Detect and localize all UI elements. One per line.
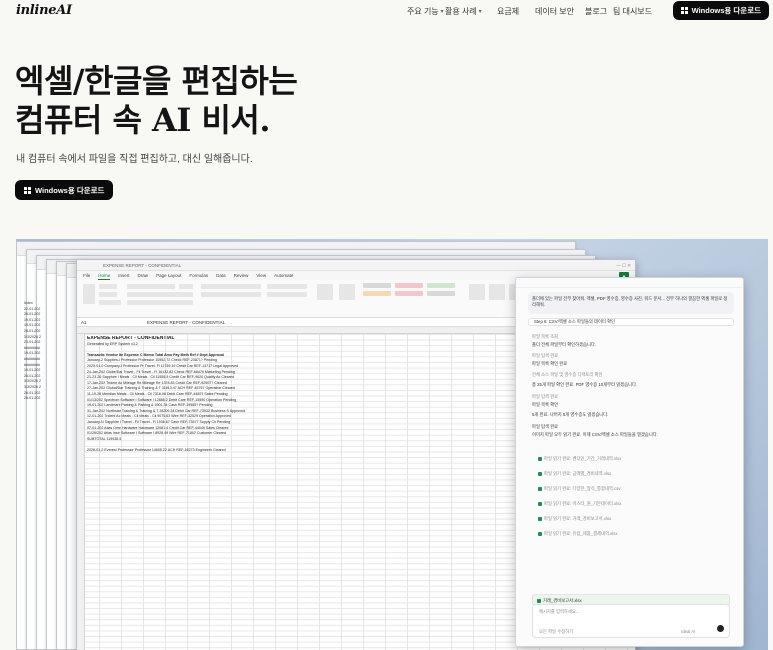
- nav-link[interactable]: 활용 사례 ▾: [445, 6, 497, 17]
- ribbon-tab[interactable]: Draw: [138, 271, 149, 280]
- nav-link-label: 팀 대시보드: [613, 7, 653, 16]
- step-label: Step 6: CSV/엑셀 소스 파일들의 데이터 확인: [534, 319, 616, 324]
- nav-link-label: 블로그: [585, 7, 608, 16]
- id-cell: 23-01-202: [24, 340, 41, 345]
- nav-link[interactable]: 주요 기능 ▾: [407, 6, 445, 17]
- top-nav: inlineAI 주요 기능 ▾ 활용 사례 ▾ 요금제 데이터 보안 블로그 팀 대시보드 …: [0, 0, 773, 24]
- ribbon-tab[interactable]: Home: [98, 271, 111, 280]
- ai-log-line: 이미지 파일 모두 읽기 완료. 이제 CSV/엑셀 소스 파일들을 열겠습니다…: [532, 432, 658, 437]
- ai-log-line: 파일 탐색 완료: [532, 353, 559, 358]
- chat-input[interactable]: 메시지를 입력하세요... 모든 파일 수정하기 Ideal AI: [532, 604, 730, 638]
- nav-link-label: 활용 사례: [445, 7, 477, 16]
- nav-link-label: 주요 기능: [407, 7, 439, 16]
- back-window-ids: Index 22-01-202 28-01-202 19-01-202 19-01-20…: [24, 301, 41, 402]
- id-cell: 28-01-202: [24, 328, 41, 333]
- file-read-label: 파일 읽기 완료: 유럽_제품_결제내역.xlsx: [544, 531, 618, 536]
- panel-header: [516, 278, 743, 288]
- file-read-label: 파일 읽기 완료: 금액별_경비내역.xlsx: [544, 471, 612, 476]
- windows-icon: [24, 186, 31, 194]
- file-read-item[interactable]: 파일 읽기 완료: 거래_경비보고서.xlsx: [538, 516, 611, 522]
- file-read-label: 파일 읽기 완료: 거래_경비보고서.xlsx: [544, 516, 612, 521]
- ribbon-tab[interactable]: Data: [216, 271, 226, 280]
- windows-icon: [680, 7, 688, 14]
- nav-download-label: Windows용 다운로드: [691, 6, 761, 15]
- ai-log-line: 파일 목록 확인: [532, 402, 559, 407]
- file-read-item[interactable]: 파일 읽기 완료: 다양한_형식_통합내역.csv: [538, 486, 621, 492]
- spreadsheet-icon: [538, 501, 542, 506]
- ribbon-tab[interactable]: File: [83, 271, 90, 280]
- table-row[interactable]: 2026-01-2 Everest Professior Professior …: [87, 448, 327, 454]
- spreadsheet-icon: [538, 456, 542, 461]
- excel-file-icon: [537, 598, 541, 603]
- excel-window-title: EXPENSE REPORT - CONFIDENTIAL: [103, 263, 182, 268]
- nav-link[interactable]: 팀 대시보드: [613, 6, 663, 17]
- file-read-label: 파일 읽기 완료: 다양한_형식_통합내역.csv: [544, 486, 621, 491]
- ai-log-line: 폴더 전체 파일부터 확인하겠습니다.: [532, 342, 597, 347]
- ribbon-tab[interactable]: Formulas: [189, 271, 208, 280]
- ai-log-line: 전체 소스 파일 및 영수증 디렉토리 확인: [532, 372, 603, 377]
- file-read-item[interactable]: 파일 읽기 완료: 유럽_제품_결제내역.xlsx: [538, 531, 618, 537]
- ribbon-tab[interactable]: Automate: [274, 271, 293, 280]
- user-prompt: 폴더에 있는 파일 전부 찾아줘. 엑셀, PDF 영수증, 영수증 사진, 워…: [532, 296, 728, 307]
- send-icon[interactable]: [717, 625, 724, 632]
- sheet-content: EXPENSE REPORT - CONFIDENTIAL Generated …: [87, 336, 327, 453]
- chevron-down-icon: ▾: [440, 9, 444, 15]
- hero-subtitle: 내 컴퓨터 속에서 파일을 직접 편집하고, 대신 일해줍니다.: [16, 154, 253, 165]
- nav-link[interactable]: 데이터 보안: [535, 6, 585, 17]
- id-cell: ########: [24, 356, 40, 361]
- spreadsheet-icon: [538, 531, 542, 536]
- ai-log-line: 총 25개 파일 확인 완료. PDF 영수증 10개부터 읽겠습니다.: [532, 382, 638, 387]
- nav-link[interactable]: 요금제: [497, 6, 535, 17]
- ai-chat-panel: 폴더에 있는 파일 전부 찾아줘. 엑셀, PDF 영수증, 영수증 사진, 워…: [515, 277, 744, 647]
- id-cell: 19-01-202: [24, 368, 41, 373]
- ribbon-tab[interactable]: Page Layout: [156, 271, 181, 280]
- ai-log-line: 파일 탐색 완료: [532, 424, 559, 429]
- ai-log-line: 5개 완료. 나머지 5개 영수증도 읽겠습니다.: [532, 412, 609, 417]
- input-mode[interactable]: 모든 파일 수정하기: [539, 629, 573, 635]
- nav-download-button[interactable]: Windows용 다운로드: [672, 1, 769, 20]
- nav-links: 주요 기능 ▾ 활용 사례 ▾ 요금제 데이터 보안 블로그 팀 대시보드: [407, 6, 663, 17]
- product-screenshot: Index 22-01-202 28-01-202 19-01-202 19-01-20…: [16, 239, 768, 650]
- hero-download-button[interactable]: Windows용 다운로드: [15, 180, 114, 200]
- brand-logo[interactable]: inlineAI: [16, 3, 72, 18]
- chat-input-placeholder: 메시지를 입력하세요...: [539, 609, 580, 614]
- cell-reference[interactable]: A1: [81, 318, 87, 327]
- chevron-down-icon: ▾: [478, 9, 482, 15]
- file-read-label: 파일 읽기 완료: 마스터_원_기본데이터.xlsx: [544, 501, 622, 506]
- file-read-item[interactable]: 파일 읽기 완료: 금액별_경비내역.xlsx: [538, 471, 611, 477]
- hero-title-line-2: 컴퓨터 속 AI 비서.: [15, 101, 271, 139]
- id-cell: 28-01-202: [24, 396, 41, 401]
- ribbon-tab[interactable]: View: [256, 271, 266, 280]
- row-headers: [77, 334, 85, 650]
- spreadsheet-icon: [538, 471, 542, 476]
- hero-title-line-1: 엑셀/한글을 편집하는: [15, 62, 298, 100]
- formula-value[interactable]: EXPENSE REPORT - CONFIDENTIAL: [147, 318, 225, 327]
- nav-link-label: 요금제: [497, 7, 520, 16]
- ai-log-line: 파일 목록 확인 완료: [532, 361, 568, 366]
- spreadsheet-icon: [538, 516, 542, 521]
- nav-link-label: 데이터 보안: [535, 7, 575, 16]
- ai-log-line: 파일 탐색 완료: [532, 394, 559, 399]
- model-selector[interactable]: Ideal AI: [681, 629, 695, 635]
- file-read-item[interactable]: 파일 읽기 완료: 마스터_원_기본데이터.xlsx: [538, 501, 621, 507]
- ribbon-tab[interactable]: Insert: [118, 271, 129, 280]
- file-read-item[interactable]: 파일 읽기 완료: 벤더인_기간_거래내역.xlsx: [538, 456, 621, 462]
- nav-link[interactable]: 블로그: [585, 6, 613, 17]
- window-controls-icon[interactable]: — ☐ ✕: [616, 260, 631, 271]
- hero-download-label: Windows용 다운로드: [35, 185, 105, 195]
- excel-titlebar: EXPENSE REPORT - CONFIDENTIAL — ☐ ✕: [77, 260, 635, 271]
- hero-title: 엑셀/한글을 편집하는 컴퓨터 속 AI 비서.: [15, 62, 298, 140]
- spreadsheet-icon: [538, 486, 542, 491]
- ribbon-tab[interactable]: Review: [234, 271, 249, 280]
- id-cell: 28-01-202: [24, 312, 41, 317]
- ai-log-line: 파일 목록 조회: [532, 334, 559, 339]
- attachment-name: 거래_경비보고서.xlsx: [543, 598, 582, 603]
- id-cell: 3/3/2026 2: [24, 384, 41, 389]
- file-read-label: 파일 읽기 완료: 벤더인_기간_거래내역.xlsx: [544, 456, 622, 461]
